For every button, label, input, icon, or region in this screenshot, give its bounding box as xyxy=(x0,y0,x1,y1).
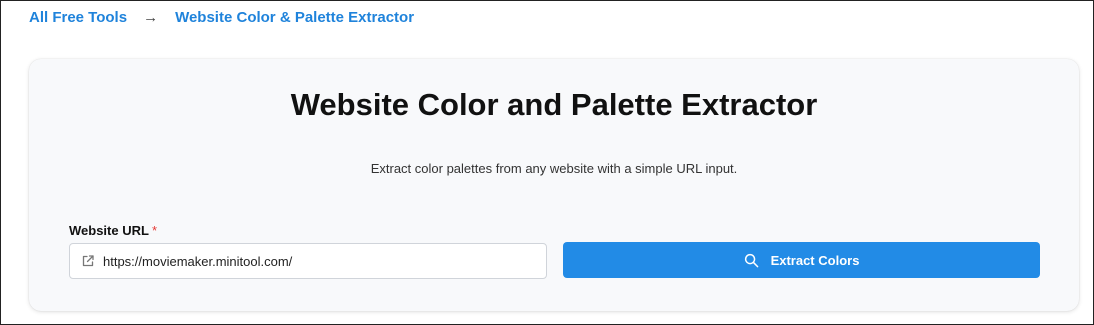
required-marker: * xyxy=(151,223,157,238)
external-link-icon xyxy=(82,255,94,267)
website-url-label: Website URL * xyxy=(69,223,157,238)
extract-colors-label: Extract Colors xyxy=(770,252,860,268)
page-title: Website Color and Palette Extractor xyxy=(290,87,818,122)
website-url-input[interactable] xyxy=(103,246,523,276)
page-subtitle: Extract color palettes from any website … xyxy=(370,161,738,176)
extractor-card: Website Color and Palette Extractor Extr… xyxy=(29,59,1079,311)
breadcrumb-all-free-tools-link[interactable]: All Free Tools xyxy=(29,9,127,26)
website-url-field[interactable] xyxy=(69,243,547,279)
extract-colors-button[interactable]: Extract Colors xyxy=(563,242,1040,278)
breadcrumb-current-page-link[interactable]: Website Color & Palette Extractor xyxy=(175,9,414,26)
website-url-label-text: Website URL xyxy=(69,223,149,238)
breadcrumb: All Free Tools → Website Color & Palette… xyxy=(29,9,414,26)
search-icon xyxy=(744,253,758,267)
breadcrumb-separator: → xyxy=(143,9,159,26)
page-frame: All Free Tools → Website Color & Palette… xyxy=(0,0,1094,325)
